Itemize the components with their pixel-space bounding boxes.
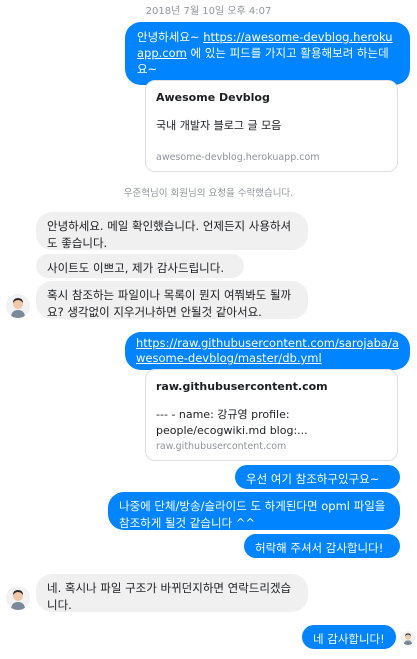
outgoing-message: 네 감사합니다! bbox=[302, 625, 396, 649]
message-link[interactable]: https://raw.githubusercontent.com/saroja… bbox=[136, 336, 399, 365]
incoming-message: 안녕하세요. 메일 확인했습니다. 언제든지 사용하셔도 좋습니다. bbox=[36, 212, 308, 250]
card-domain: raw.githubusercontent.com bbox=[156, 441, 287, 452]
outgoing-message: 안녕하세요~ https://awesome-devblog.herokuapp… bbox=[125, 22, 410, 85]
card-domain: awesome-devblog.herokuapp.com bbox=[156, 152, 320, 163]
card-title: raw.githubusercontent.com bbox=[156, 380, 328, 393]
person-avatar-icon bbox=[6, 294, 30, 318]
outgoing-message: https://raw.githubusercontent.com/saroja… bbox=[125, 332, 410, 370]
request-accepted-notice: 우준혁님이 회원님의 요청을 수락했습니다. bbox=[123, 188, 294, 199]
card-description: --- - name: 강규영 profile: people/ecogwiki… bbox=[156, 408, 308, 437]
message-text: 안녕하세요~ bbox=[137, 30, 204, 44]
avatar[interactable] bbox=[6, 586, 30, 610]
outgoing-message: 나중에 단체/방송/슬라이드 도 하게된다면 opml 파일을 참조하게 될것 … bbox=[108, 492, 400, 530]
incoming-message: 사이트도 이쁘고, 제가 감사드립니다. bbox=[36, 254, 244, 278]
seen-avatar-icon bbox=[401, 631, 415, 645]
outgoing-message: 허락해 주셔서 감사합니다! bbox=[244, 534, 400, 558]
person-avatar-icon bbox=[6, 586, 30, 610]
outgoing-message: 우선 여기 참조하구있구요~ bbox=[235, 465, 400, 489]
incoming-message: 혹시 참조하는 파일이나 목록이 뭔지 여쭤봐도 될까요? 생각없이 지우거나하… bbox=[36, 281, 308, 319]
link-preview-card[interactable]: raw.githubusercontent.com --- - name: 강규… bbox=[145, 369, 398, 461]
card-title: Awesome Devblog bbox=[156, 91, 270, 104]
timestamp: 2018년 7월 10일 오후 4:07 bbox=[145, 6, 272, 17]
seen-indicator bbox=[401, 631, 415, 645]
card-description: 국내 개발자 블로그 글 모음 bbox=[156, 119, 282, 132]
avatar[interactable] bbox=[6, 294, 30, 318]
incoming-message: 네. 혹시나 파일 구조가 바뀌던지하면 연락드리겠습니다. bbox=[36, 574, 308, 612]
link-preview-card[interactable]: Awesome Devblog 국내 개발자 블로그 글 모음 awesome-… bbox=[145, 80, 398, 172]
